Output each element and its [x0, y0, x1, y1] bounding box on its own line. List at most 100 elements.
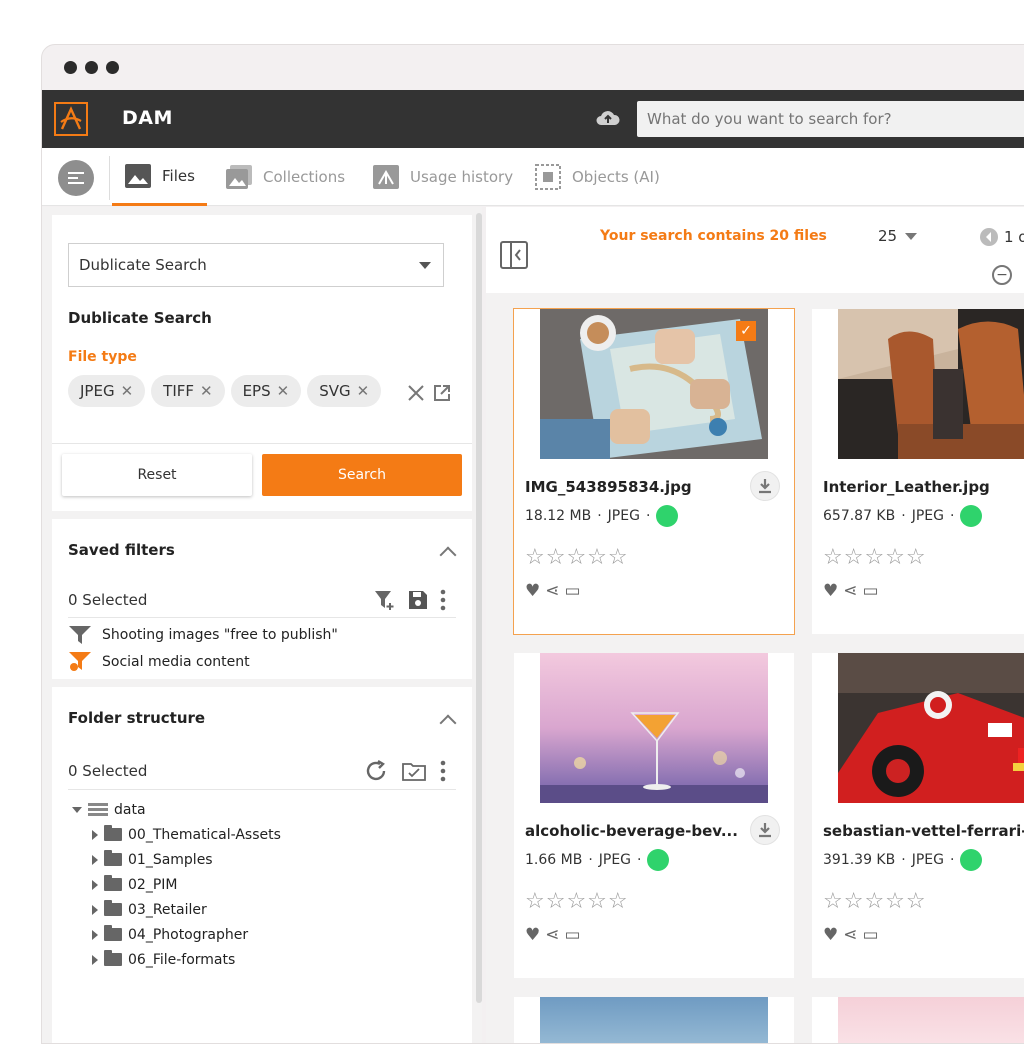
tab-objects-ai[interactable]: Objects (AI)	[534, 148, 660, 206]
chevron-up-icon[interactable]	[439, 714, 457, 732]
selected-check-icon[interactable]: ✓	[736, 321, 756, 341]
close-icon[interactable]: ✕	[277, 382, 290, 400]
chip-tiff[interactable]: TIFF ✕	[151, 375, 225, 407]
collapse-sidebar-icon[interactable]	[500, 241, 528, 269]
rating-stars[interactable]: ☆☆☆☆☆	[525, 889, 629, 914]
close-icon[interactable]: ✕	[357, 382, 370, 400]
window-icon[interactable]: ▭	[565, 925, 581, 945]
heart-icon[interactable]: ♥	[525, 925, 540, 945]
file-thumbnail[interactable]	[838, 653, 1024, 803]
status-dot-icon	[647, 849, 670, 871]
save-icon[interactable]	[408, 590, 428, 610]
global-search[interactable]	[637, 101, 1024, 137]
tree-folder[interactable]: 02_PIM	[72, 872, 281, 897]
divider	[68, 617, 456, 618]
rating-stars[interactable]: ☆☆☆☆☆	[525, 545, 629, 570]
per-page-value: 25	[878, 227, 898, 245]
saved-filter-item[interactable]: Social media content	[68, 651, 250, 673]
app-title: DAM	[122, 107, 173, 129]
tree-folder[interactable]: 03_Retailer	[72, 897, 281, 922]
tree-root[interactable]: data	[72, 797, 281, 822]
menu-button[interactable]	[58, 160, 94, 196]
caret-right-icon[interactable]	[92, 954, 98, 965]
chip-actions	[406, 383, 452, 403]
file-name: sebastian-vettel-ferrari-f	[823, 822, 1024, 840]
caret-down-icon[interactable]	[72, 806, 82, 813]
window-icon[interactable]: ▭	[863, 925, 879, 945]
caret-right-icon[interactable]	[92, 904, 98, 915]
share-icon[interactable]: ⋖	[545, 581, 559, 601]
chip-svg[interactable]: SVG ✕	[307, 375, 382, 407]
cloud-upload-icon[interactable]	[595, 108, 621, 132]
caret-right-icon[interactable]	[92, 879, 98, 890]
search-button[interactable]: Search	[262, 454, 462, 496]
close-icon[interactable]: ✕	[200, 382, 213, 400]
tab-usage-history[interactable]: Usage history	[372, 148, 513, 206]
share-icon[interactable]: ⋖	[843, 581, 857, 601]
more-vertical-icon[interactable]	[440, 589, 446, 611]
file-thumbnail[interactable]: ✓	[540, 309, 768, 459]
window-icon[interactable]: ▭	[565, 581, 581, 601]
database-icon	[88, 802, 108, 816]
caret-right-icon[interactable]	[92, 929, 98, 940]
file-tile[interactable]: sebastian-vettel-ferrari-f 391.39 KB · JPE…	[812, 653, 1024, 978]
chevron-up-icon[interactable]	[439, 546, 457, 564]
file-thumbnail[interactable]	[540, 997, 768, 1043]
caret-right-icon[interactable]	[92, 829, 98, 840]
sidebar-scrollbar[interactable]	[476, 213, 482, 1003]
saved-filter-item[interactable]: Shooting images "free to publish"	[68, 625, 338, 645]
prev-page-icon[interactable]	[980, 228, 998, 246]
file-meta: 657.87 KB · JPEG ·	[823, 505, 983, 527]
search-input[interactable]	[647, 110, 1024, 128]
close-icon[interactable]: ✕	[121, 382, 134, 400]
file-type: JPEG	[911, 508, 944, 524]
reset-button[interactable]: Reset	[62, 454, 252, 496]
meta-separator: ·	[949, 852, 955, 868]
share-icon[interactable]: ⋖	[843, 925, 857, 945]
file-name: IMG_543895834.jpg	[525, 478, 692, 496]
window-icon[interactable]: ▭	[863, 581, 879, 601]
rating-stars[interactable]: ☆☆☆☆☆	[823, 545, 927, 570]
tree-folder[interactable]: 06_File-formats	[72, 947, 281, 972]
rating-stars[interactable]: ☆☆☆☆☆	[823, 889, 927, 914]
tree-folder[interactable]: 01_Samples	[72, 847, 281, 872]
clear-all-icon[interactable]	[406, 383, 426, 403]
file-tile[interactable]: Interior_Leather.jpg 657.87 KB · JPEG · ☆☆☆…	[812, 309, 1024, 634]
folder-check-icon[interactable]	[402, 761, 426, 781]
download-icon[interactable]	[750, 471, 780, 501]
heart-icon[interactable]: ♥	[823, 925, 838, 945]
tree-folder[interactable]: 04_Photographer	[72, 922, 281, 947]
file-thumbnail[interactable]	[838, 997, 1024, 1043]
meta-separator: ·	[637, 852, 642, 868]
tree-folder[interactable]: 00_Thematical-Assets	[72, 822, 281, 847]
add-filter-icon[interactable]	[374, 589, 396, 611]
zoom-out-icon[interactable]: −	[992, 265, 1012, 285]
search-type-select[interactable]: Dublicate Search	[68, 243, 444, 287]
refresh-icon[interactable]	[364, 759, 388, 783]
share-icon[interactable]: ⋖	[545, 925, 559, 945]
file-thumbnail[interactable]	[838, 309, 1024, 459]
file-tile[interactable]	[514, 997, 794, 1043]
folder-tree: data 00_Thematical-Assets 01_Samples 02_…	[72, 797, 281, 972]
folder-structure-title: Folder structure	[68, 709, 206, 727]
file-type: JPEG	[607, 508, 640, 524]
meta-separator: ·	[588, 852, 593, 868]
page-indicator: 1 o	[1004, 228, 1024, 246]
heart-icon[interactable]: ♥	[823, 581, 838, 601]
chip-eps[interactable]: EPS ✕	[230, 375, 302, 407]
tab-collections[interactable]: Collections	[225, 148, 345, 206]
logo-a-icon[interactable]	[54, 102, 88, 136]
file-tile[interactable]	[812, 997, 1024, 1043]
per-page-select[interactable]: 25	[878, 227, 918, 245]
file-thumbnail[interactable]	[540, 653, 768, 803]
download-icon[interactable]	[750, 815, 780, 845]
file-tile[interactable]: alcoholic-beverage-bev... 1.66 MB · JPEG · …	[514, 653, 794, 978]
file-tile[interactable]: ✓ IMG_543895834.jpg 18.12 MB · JPEG · ☆☆☆☆☆…	[513, 308, 795, 635]
heart-icon[interactable]: ♥	[525, 581, 540, 601]
open-external-icon[interactable]	[432, 383, 452, 403]
chip-jpeg[interactable]: JPEG ✕	[68, 375, 146, 407]
tab-files[interactable]: Files	[112, 148, 207, 206]
meta-separator: ·	[901, 852, 906, 868]
more-vertical-icon[interactable]	[440, 760, 446, 782]
caret-right-icon[interactable]	[92, 854, 98, 865]
